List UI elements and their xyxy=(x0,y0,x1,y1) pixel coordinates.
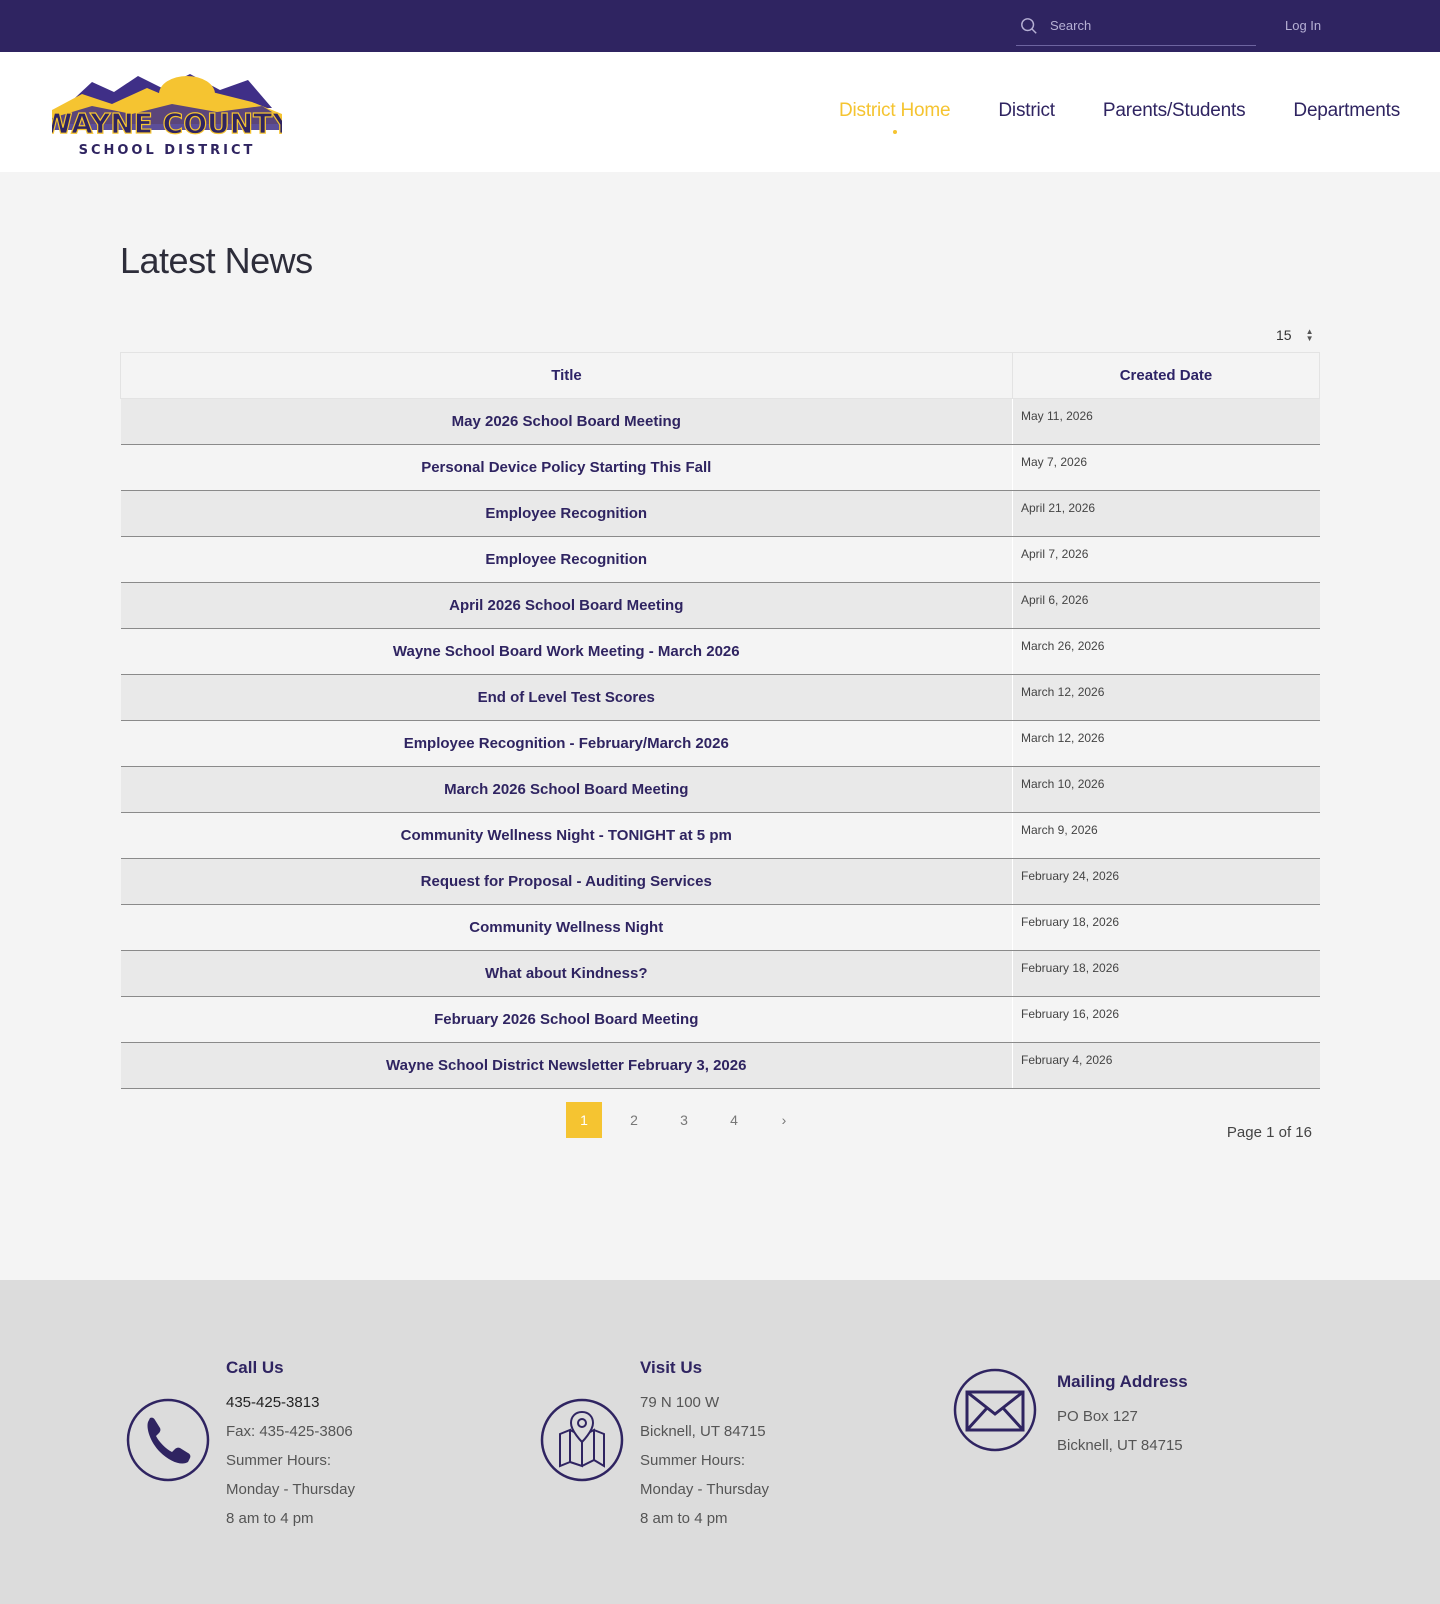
page-2-button[interactable]: 2 xyxy=(616,1102,652,1138)
city-address: Bicknell, UT 84715 xyxy=(640,1423,766,1440)
page-3-button[interactable]: 3 xyxy=(666,1102,702,1138)
nav-parents-students[interactable]: Parents/Students xyxy=(1103,100,1246,122)
news-created-date: February 24, 2026 xyxy=(1012,858,1320,905)
news-title-link[interactable]: Wayne School Board Work Meeting - March … xyxy=(120,628,1013,675)
news-title-link[interactable]: Community Wellness Night - TONIGHT at 5 … xyxy=(120,812,1013,859)
street-address: 79 N 100 W xyxy=(640,1394,720,1411)
nav-departments[interactable]: Departments xyxy=(1293,100,1400,122)
news-created-date: March 12, 2026 xyxy=(1012,720,1320,767)
call-us-heading: Call Us xyxy=(226,1358,284,1377)
news-created-date: April 6, 2026 xyxy=(1012,582,1320,629)
news-title-link[interactable]: April 2026 School Board Meeting xyxy=(120,582,1013,629)
main-nav: District Home District Parents/Students … xyxy=(839,100,1400,122)
news-title-link[interactable]: May 2026 School Board Meeting xyxy=(120,398,1013,445)
page-1-button[interactable]: 1 xyxy=(566,1102,602,1138)
visit-hours-days: Monday - Thursday xyxy=(640,1481,769,1498)
table-row: Request for Proposal - Auditing Services… xyxy=(120,858,1320,905)
news-created-date: April 7, 2026 xyxy=(1012,536,1320,583)
visit-us-heading: Visit Us xyxy=(640,1358,703,1377)
news-table: Title Created Date May 2026 School Board… xyxy=(120,352,1320,1089)
news-created-date: March 9, 2026 xyxy=(1012,812,1320,859)
table-row: Employee Recognition April 7, 2026 xyxy=(120,536,1320,583)
news-created-date: May 7, 2026 xyxy=(1012,444,1320,491)
po-box: PO Box 127 xyxy=(1057,1408,1138,1425)
news-title-link[interactable]: Wayne School District Newsletter Februar… xyxy=(120,1042,1013,1089)
news-title-link[interactable]: End of Level Test Scores xyxy=(120,674,1013,721)
site-header: WAYNE COUNTY SCHOOL DISTRICT District Ho… xyxy=(0,52,1440,172)
news-title-link[interactable]: Employee Recognition xyxy=(120,490,1013,537)
next-page-chevron-icon[interactable]: › xyxy=(766,1102,802,1138)
nav-district[interactable]: District xyxy=(998,100,1055,122)
per-page-select[interactable]: 15 ▲ ▼ xyxy=(1266,316,1320,354)
top-bar: Log In xyxy=(0,0,1440,52)
news-title-link[interactable]: February 2026 School Board Meeting xyxy=(120,996,1013,1043)
visit-hours-label: Summer Hours: xyxy=(640,1452,746,1469)
page-title: Latest News xyxy=(120,240,313,281)
search-box[interactable] xyxy=(1016,6,1256,46)
news-created-date: April 21, 2026 xyxy=(1012,490,1320,537)
news-title-link[interactable]: Employee Recognition - February/March 20… xyxy=(120,720,1013,767)
table-row: May 2026 School Board Meeting May 11, 202… xyxy=(120,398,1320,445)
table-row: Personal Device Policy Starting This Fal… xyxy=(120,444,1320,491)
news-section: Latest News 15 ▲ ▼ Title Created Date May… xyxy=(120,240,1320,1141)
news-title-link[interactable]: Community Wellness Night xyxy=(120,904,1013,951)
table-row: February 2026 School Board Meeting Februa… xyxy=(120,996,1320,1043)
news-created-date: February 4, 2026 xyxy=(1012,1042,1320,1089)
news-created-date: February 16, 2026 xyxy=(1012,996,1320,1043)
news-created-date: February 18, 2026 xyxy=(1012,904,1320,951)
envelope-icon xyxy=(953,1368,1037,1457)
news-title-link[interactable]: What about Kindness? xyxy=(120,950,1013,997)
search-input[interactable] xyxy=(1050,18,1240,33)
district-logo[interactable]: WAYNE COUNTY SCHOOL DISTRICT xyxy=(41,68,294,160)
search-icon[interactable] xyxy=(1016,16,1042,36)
table-row: April 2026 School Board Meeting April 6, … xyxy=(120,582,1320,629)
phone-icon xyxy=(126,1398,210,1487)
mailing-address-heading: Mailing Address xyxy=(1057,1372,1188,1391)
table-row: Employee Recognition April 21, 2026 xyxy=(120,490,1320,537)
call-hours-label: Summer Hours: xyxy=(226,1452,332,1469)
nav-district-home[interactable]: District Home xyxy=(839,100,951,122)
table-row: Community Wellness Night - TONIGHT at 5 … xyxy=(120,812,1320,859)
news-created-date: March 12, 2026 xyxy=(1012,674,1320,721)
news-table-body: May 2026 School Board Meeting May 11, 202… xyxy=(120,398,1320,1089)
table-row: Employee Recognition - February/March 20… xyxy=(120,720,1320,767)
table-row: Wayne School Board Work Meeting - March … xyxy=(120,628,1320,675)
site-footer: Call Us 435-425-3813 Fax: 435-425-3806 S… xyxy=(0,1280,1440,1604)
map-pin-icon xyxy=(540,1398,624,1487)
select-arrows-icon: ▲ ▼ xyxy=(1305,326,1314,343)
column-header-created-date[interactable]: Created Date xyxy=(1012,352,1320,399)
mailing-city: Bicknell, UT 84715 xyxy=(1057,1437,1183,1454)
logo-subtitle: SCHOOL DISTRICT xyxy=(79,143,256,158)
table-row: End of Level Test Scores March 12, 2026 xyxy=(120,674,1320,721)
fax-number: Fax: 435-425-3806 xyxy=(226,1423,353,1440)
news-created-date: May 11, 2026 xyxy=(1012,398,1320,445)
login-link[interactable]: Log In xyxy=(1285,18,1321,33)
call-hours-days: Monday - Thursday xyxy=(226,1481,355,1498)
table-row: March 2026 School Board Meeting March 10,… xyxy=(120,766,1320,813)
news-title-link[interactable]: Request for Proposal - Auditing Services xyxy=(120,858,1013,905)
news-created-date: March 10, 2026 xyxy=(1012,766,1320,813)
news-created-date: February 18, 2026 xyxy=(1012,950,1320,997)
news-title-link[interactable]: Employee Recognition xyxy=(120,536,1013,583)
page-4-button[interactable]: 4 xyxy=(716,1102,752,1138)
call-hours-time: 8 am to 4 pm xyxy=(226,1510,314,1527)
table-row: Community Wellness Night February 18, 202… xyxy=(120,904,1320,951)
pagination: 1 2 3 4 › xyxy=(566,1102,816,1138)
news-title-link[interactable]: Personal Device Policy Starting This Fal… xyxy=(120,444,1013,491)
page-info: Page 1 of 16 xyxy=(1226,1124,1312,1141)
table-row: What about Kindness? February 18, 2026 xyxy=(120,950,1320,997)
news-title-link[interactable]: March 2026 School Board Meeting xyxy=(120,766,1013,813)
table-row: Wayne School District Newsletter Februar… xyxy=(120,1042,1320,1089)
column-header-title[interactable]: Title xyxy=(120,352,1013,399)
phone-number-link[interactable]: 435-425-3813 xyxy=(226,1388,466,1417)
logo-title: WAYNE COUNTY xyxy=(52,107,282,140)
per-page-value: 15 xyxy=(1276,326,1292,343)
news-created-date: March 26, 2026 xyxy=(1012,628,1320,675)
visit-hours-time: 8 am to 4 pm xyxy=(640,1510,728,1527)
